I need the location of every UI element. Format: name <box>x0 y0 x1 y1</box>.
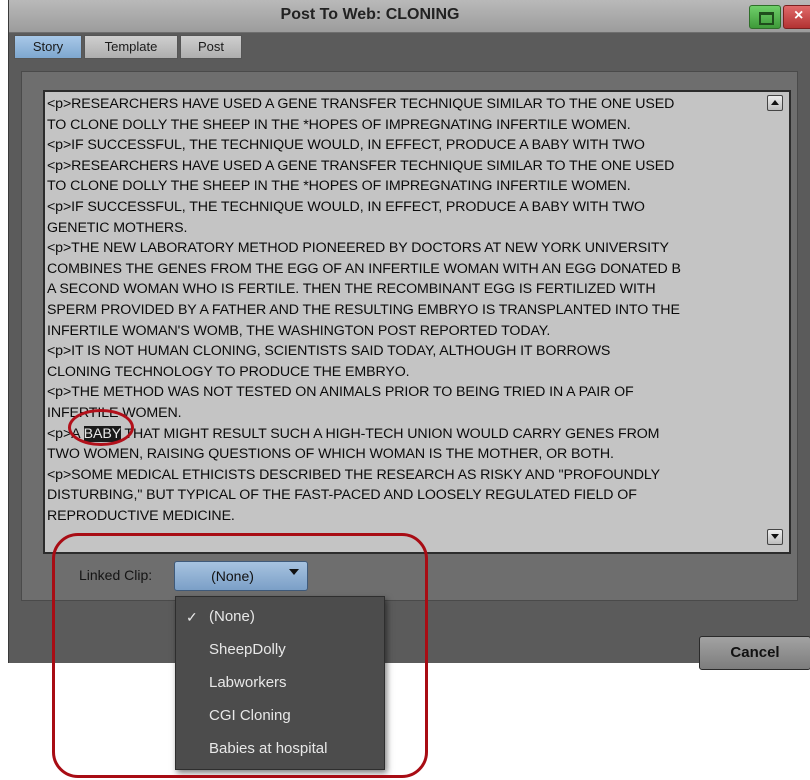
story-line: A SECOND WOMAN WHO IS FERTILE. THEN THE … <box>47 281 656 298</box>
story-line: <p>RESEARCHERS HAVE USED A GENE TRANSFER… <box>47 157 675 174</box>
story-text: <p>RESEARCHERS HAVE USED A GENE TRANSFER… <box>47 94 757 526</box>
story-line: SPERM PROVIDED BY A FATHER AND THE RESUL… <box>47 301 680 318</box>
title-bar[interactable]: Post To Web: CLONING × <box>9 0 810 33</box>
annotation-ellipse <box>68 409 134 446</box>
close-icon[interactable]: × <box>783 5 810 29</box>
story-line: DISTURBING," BUT TYPICAL OF THE FAST-PAC… <box>47 487 637 504</box>
story-line: GENETIC MOTHERS. <box>47 219 188 236</box>
story-line: <p>THE METHOD WAS NOT TESTED ON ANIMALS … <box>47 384 634 401</box>
story-line: <p>RESEARCHERS HAVE USED A GENE TRANSFER… <box>47 96 675 112</box>
story-line: CLONING TECHNOLOGY TO PRODUCE THE EMBRYO… <box>47 363 410 380</box>
story-line: <p>IT IS NOT HUMAN CLONING, SCIENTISTS S… <box>47 343 611 360</box>
story-line: REPRODUCTIVE MEDICINE. <box>47 507 235 524</box>
cancel-button[interactable]: Cancel <box>699 636 810 670</box>
window-title: Post To Web: CLONING <box>280 6 460 23</box>
tab-template[interactable]: Template <box>84 35 178 59</box>
story-line: <p>IF SUCCESSFUL, THE TECHNIQUE WOULD, I… <box>47 137 645 154</box>
story-line: <p>SOME MEDICAL ETHICISTS DESCRIBED THE … <box>47 466 660 483</box>
tab-story[interactable]: Story <box>14 35 82 59</box>
tab-post[interactable]: Post <box>180 35 242 59</box>
story-line-after: THAT MIGHT RESULT SUCH A HIGH-TECH UNION… <box>120 425 660 442</box>
annotation-rounded-rect <box>52 533 428 778</box>
story-line: <p>IF SUCCESSFUL, THE TECHNIQUE WOULD, I… <box>47 198 645 215</box>
story-line: TO CLONE DOLLY THE SHEEP IN THE *HOPES O… <box>47 178 631 195</box>
scroll-up-icon[interactable] <box>767 95 783 111</box>
story-line: <p>THE NEW LABORATORY METHOD PIONEERED B… <box>47 240 669 257</box>
story-line: TWO WOMEN, RAISING QUESTIONS OF WHICH WO… <box>47 446 614 463</box>
story-line: INFERTILE WOMAN'S WOMB, THE WASHINGTON P… <box>47 322 551 339</box>
story-panel: <p>RESEARCHERS HAVE USED A GENE TRANSFER… <box>21 71 798 601</box>
story-line: COMBINES THE GENES FROM THE EGG OF AN IN… <box>47 260 681 277</box>
story-textarea[interactable]: <p>RESEARCHERS HAVE USED A GENE TRANSFER… <box>43 90 791 554</box>
story-line: TO CLONE DOLLY THE SHEEP IN THE *HOPES O… <box>47 116 631 133</box>
maximize-icon[interactable] <box>749 5 781 29</box>
scroll-down-icon[interactable] <box>767 529 783 545</box>
